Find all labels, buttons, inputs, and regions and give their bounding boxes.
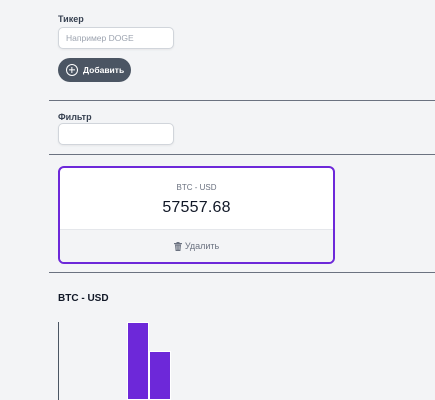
filter-input[interactable] bbox=[58, 123, 174, 145]
divider bbox=[49, 154, 435, 155]
ticker-card[interactable]: BTC - USD 57557.68 Удалить bbox=[58, 166, 335, 264]
delete-button-label: Удалить bbox=[184, 241, 220, 251]
ticker-input[interactable]: Например DOGE bbox=[58, 27, 174, 49]
divider bbox=[49, 272, 435, 273]
ticker-label: Тикер bbox=[58, 14, 84, 24]
divider bbox=[49, 100, 435, 101]
chart-bar bbox=[127, 322, 149, 400]
add-button[interactable]: Добавить bbox=[58, 58, 131, 82]
delete-button[interactable]: Удалить bbox=[60, 229, 333, 262]
card-price: 57557.68 bbox=[162, 199, 231, 216]
add-button-label: Добавить bbox=[83, 65, 125, 75]
trash-icon bbox=[173, 241, 182, 251]
chart-y-axis bbox=[58, 322, 59, 400]
price-chart bbox=[58, 322, 358, 400]
card-ticker-name: BTC - USD bbox=[176, 183, 217, 192]
plus-circle-icon bbox=[66, 64, 78, 76]
filter-label: Фильтр bbox=[58, 112, 92, 122]
chart-title: BTC - USD bbox=[58, 293, 109, 304]
chart-bar bbox=[149, 350, 171, 400]
